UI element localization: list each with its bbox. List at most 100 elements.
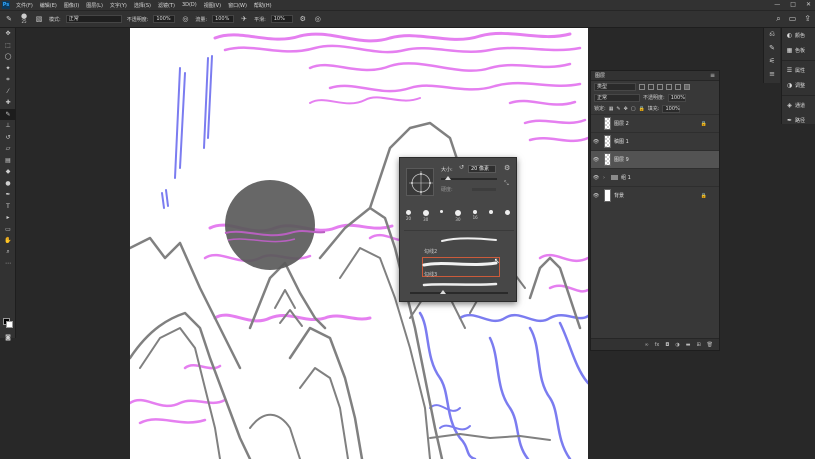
filter-adjust-icon[interactable] xyxy=(648,83,654,90)
layer-name[interactable]: 背景 xyxy=(614,192,624,199)
eraser-tool-icon[interactable]: ▱ xyxy=(0,143,16,155)
filter-shape-icon[interactable] xyxy=(666,83,672,90)
layer-name[interactable]: 图层 2 xyxy=(614,120,629,127)
type-tool-icon[interactable]: T xyxy=(0,201,16,213)
menu-select[interactable]: 选择(S) xyxy=(134,2,151,9)
brush-angle-widget[interactable] xyxy=(406,168,434,196)
brush-preset-item[interactable]: 20 xyxy=(406,210,411,222)
brush-settings-icon[interactable]: ⚟ xyxy=(764,54,780,67)
eyedropper-tool-icon[interactable]: ⁄ xyxy=(0,86,16,98)
menu-filter[interactable]: 滤镜(T) xyxy=(158,2,175,9)
menu-view[interactable]: 视图(V) xyxy=(204,2,221,9)
close-button[interactable]: ✕ xyxy=(806,1,811,8)
eye-icon[interactable]: 👁 xyxy=(591,157,601,163)
layer-row[interactable]: 👁 稿图 1 xyxy=(591,132,719,150)
brush-tool-icon[interactable]: ✎ xyxy=(4,14,14,24)
trash-icon[interactable]: 🗑 xyxy=(707,342,713,348)
filter-type-icon[interactable] xyxy=(657,83,663,90)
lock-all-icon[interactable]: 🔒 xyxy=(639,106,645,112)
brush-stroke-preview-3[interactable] xyxy=(422,280,498,290)
history-icon[interactable]: ⎌ xyxy=(764,28,780,41)
menu-layer[interactable]: 图层(L) xyxy=(86,2,103,9)
brush-preset-item[interactable]: 16 xyxy=(473,210,478,222)
eye-icon[interactable]: 👁 xyxy=(591,139,601,145)
chevron-right-icon[interactable]: › xyxy=(603,175,605,181)
zoom-tool-icon[interactable]: ⌕ xyxy=(0,247,16,259)
preview-size-slider[interactable] xyxy=(410,290,508,294)
dodge-tool-icon[interactable]: ● xyxy=(0,178,16,190)
crop-tool-icon[interactable]: ⌗ xyxy=(0,74,16,86)
lasso-tool-icon[interactable]: ◯ xyxy=(0,51,16,63)
document-canvas[interactable] xyxy=(130,28,588,459)
menu-file[interactable]: 文件(F) xyxy=(16,2,33,9)
brush-settings-icon[interactable]: ▧ xyxy=(34,14,44,24)
brush-preset-item[interactable]: 30 xyxy=(422,210,429,222)
dock-item-grid[interactable]: ▦ 色板 xyxy=(782,43,815,58)
menu-type[interactable]: 文字(Y) xyxy=(110,2,127,9)
panel-menu-icon[interactable]: ≡ xyxy=(710,72,715,79)
smooth-field[interactable]: 10% xyxy=(270,15,293,23)
brush-preset-item[interactable] xyxy=(489,210,494,222)
menu-help[interactable]: 帮助(H) xyxy=(254,2,272,9)
brush-preset-item[interactable] xyxy=(440,210,444,222)
brush-stroke-preview-1[interactable] xyxy=(422,235,498,245)
layers-panel-title[interactable]: 图层 xyxy=(595,72,605,79)
brush-hardness-slider[interactable] xyxy=(472,188,496,191)
quick-mask-icon[interactable]: ◙ xyxy=(0,332,16,344)
slider-knob[interactable] xyxy=(445,176,451,180)
blur-tool-icon[interactable]: ◆ xyxy=(0,166,16,178)
fx-icon[interactable]: fx xyxy=(655,342,660,348)
link-icon[interactable]: ∞ xyxy=(644,342,648,348)
gear-icon[interactable]: ⚙ xyxy=(504,164,510,172)
dock-item-circle-half[interactable]: ◑ 调整 xyxy=(782,78,815,93)
lock-position-icon[interactable]: ✥ xyxy=(624,106,628,112)
layer-filter-kind[interactable]: 类型 xyxy=(594,82,636,91)
filter-toggle-icon[interactable] xyxy=(684,83,690,90)
reset-icon[interactable]: ↺ xyxy=(459,164,464,171)
dock-item-sliders[interactable]: ☰ 属性 xyxy=(782,63,815,78)
brush-panel-icon[interactable]: ✎ xyxy=(764,41,780,54)
blend-mode-select[interactable]: 正常 xyxy=(594,93,640,102)
filter-pixel-icon[interactable] xyxy=(639,83,645,90)
clone-stamp-tool-icon[interactable]: ⊥ xyxy=(0,120,16,132)
layer-row[interactable]: 图层 2 🔒 xyxy=(591,114,719,132)
layer-row[interactable]: 👁 图层 9 xyxy=(591,150,719,168)
layer-opacity-field[interactable]: 100% xyxy=(667,93,686,102)
pen-tool-icon[interactable]: ✒ xyxy=(0,189,16,201)
shape-tool-icon[interactable]: ▭ xyxy=(0,224,16,236)
hand-tool-icon[interactable]: ✋ xyxy=(0,235,16,247)
airbrush-icon[interactable]: ✈ xyxy=(239,14,249,24)
new-layer-icon[interactable]: ⊞ xyxy=(696,342,700,348)
dock-item-palette[interactable]: ◐ 颜色 xyxy=(782,28,815,43)
brush-preset-item[interactable]: 30 xyxy=(454,210,461,222)
layer-row[interactable]: 👁 背景 🔒 xyxy=(591,186,719,204)
lock-image-icon[interactable]: ✎ xyxy=(616,106,620,112)
history-brush-tool-icon[interactable]: ↺ xyxy=(0,132,16,144)
flow-field[interactable]: 100% xyxy=(212,15,235,23)
mode-select[interactable]: 正常 xyxy=(65,15,122,23)
eye-icon[interactable]: 👁 xyxy=(591,175,601,181)
minimize-button[interactable]: — xyxy=(774,1,780,8)
layer-name[interactable]: 图层 9 xyxy=(614,156,629,163)
brush-size-field[interactable]: 20 像素 xyxy=(468,165,496,173)
gradient-tool-icon[interactable]: ▤ xyxy=(0,155,16,167)
lock-transparent-icon[interactable]: ▦ xyxy=(609,106,614,112)
expand-icon[interactable]: ⤡ xyxy=(504,180,509,188)
menu-edit[interactable]: 编辑(E) xyxy=(40,2,57,9)
layer-name[interactable]: 组 1 xyxy=(621,174,631,181)
more-tools-icon[interactable]: ⋯ xyxy=(0,258,16,270)
menu-window[interactable]: 窗口(W) xyxy=(228,2,247,9)
dock-item-path[interactable]: ✒ 路径 xyxy=(782,113,815,128)
slider-knob[interactable] xyxy=(440,290,446,294)
search-icon[interactable]: ⌕ xyxy=(776,14,780,24)
workspace-icon[interactable]: ▭ xyxy=(789,14,797,24)
pressure-size-icon[interactable]: ◎ xyxy=(313,14,323,24)
fill-field[interactable]: 100% xyxy=(662,104,681,113)
dock-item-layers[interactable]: ◈ 通道 xyxy=(782,98,815,113)
brush-stroke-preview-2[interactable] xyxy=(422,259,498,269)
brush-tool-icon-active[interactable]: ✎ xyxy=(0,108,16,120)
background-color-swatch[interactable] xyxy=(6,321,13,328)
brush-preset-item[interactable] xyxy=(504,210,510,222)
share-icon[interactable]: ⇪ xyxy=(804,14,811,24)
healing-tool-icon[interactable]: ✚ xyxy=(0,97,16,109)
